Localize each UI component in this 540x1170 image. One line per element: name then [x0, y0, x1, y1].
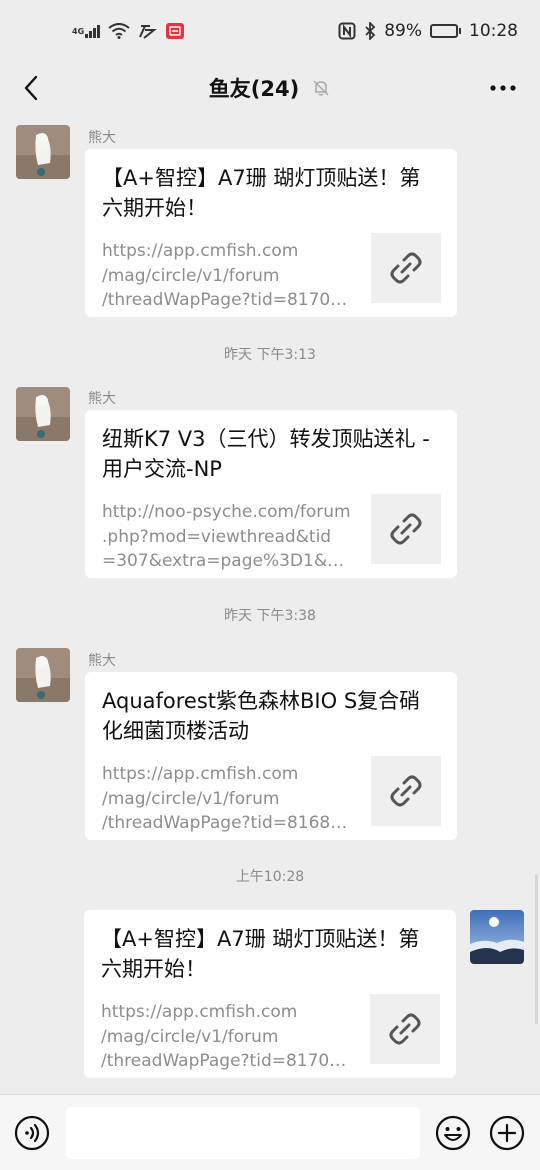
- emoji-button[interactable]: [435, 1115, 471, 1151]
- link-thumbnail: [371, 756, 441, 826]
- link-icon: [390, 513, 422, 545]
- mute-bell-icon: [313, 80, 329, 96]
- emoji-icon: [435, 1115, 471, 1151]
- status-left: 4G: [72, 23, 185, 39]
- more-dots-icon: [490, 85, 516, 91]
- cellular-signal-icon: 4G: [72, 24, 101, 38]
- url-line: /mag/circle/v1/forum: [101, 1026, 279, 1047]
- link-thumbnail: [371, 494, 441, 564]
- back-arrow-icon: [24, 75, 38, 101]
- bluetooth-icon: [364, 22, 376, 40]
- message-timestamp: 昨天 下午3:13: [224, 347, 316, 363]
- link-url: http://noo-psyche.com/forum .php?mod=vie…: [102, 500, 352, 574]
- input-bar: [0, 1094, 540, 1170]
- sender-name: 熊大: [88, 130, 116, 146]
- more-functions-button[interactable]: [489, 1115, 525, 1151]
- my-avatar[interactable]: [470, 910, 524, 964]
- url-line: /threadWapPage?tid=81709...: [101, 1051, 351, 1071]
- chat-title: 鱼友(24): [208, 77, 300, 101]
- sender-name: 熊大: [88, 653, 116, 669]
- link-icon: [389, 1013, 421, 1045]
- url-line: =307&extra=page%3D1&mo...: [102, 551, 352, 571]
- link-title: Aquaforest紫色森林BIO S复合硝化细菌顶楼活动: [102, 689, 421, 743]
- chat-area[interactable]: 熊大 【A+智控】A7珊 瑚灯顶贴送！第六期开始！ https://app.cm…: [0, 114, 540, 1094]
- voice-icon: [14, 1115, 50, 1151]
- sender-avatar[interactable]: [16, 648, 70, 702]
- back-button[interactable]: [16, 72, 46, 104]
- message-input[interactable]: [66, 1107, 420, 1159]
- url-line: https://app.cmfish.com: [101, 1002, 298, 1022]
- url-line: http://noo-psyche.com/forum: [102, 502, 351, 522]
- status-time: 10:28: [469, 21, 518, 41]
- link-card[interactable]: Aquaforest紫色森林BIO S复合硝化细菌顶楼活动 https://ap…: [85, 672, 457, 840]
- nav-bar: 鱼友(24): [0, 62, 540, 114]
- battery-percent: 89%: [384, 21, 422, 41]
- url-line: /mag/circle/v1/forum: [102, 265, 280, 286]
- plus-icon: [489, 1115, 525, 1151]
- link-url: https://app.cmfish.com /mag/circle/v1/fo…: [101, 1000, 351, 1074]
- link-title: 纽斯K7 V3（三代）转发顶贴送礼 - 用户交流-NP: [102, 427, 430, 481]
- link-thumbnail: [370, 994, 440, 1064]
- url-line: /threadWapPage?tid=81709...: [102, 290, 352, 310]
- url-line: https://app.cmfish.com: [102, 241, 299, 261]
- link-title: 【A+智控】A7珊 瑚灯顶贴送！第六期开始！: [102, 166, 421, 220]
- link-url: https://app.cmfish.com /mag/circle/v1/fo…: [102, 239, 352, 313]
- link-card[interactable]: 【A+智控】A7珊 瑚灯顶贴送！第六期开始！ https://app.cmfis…: [85, 149, 457, 317]
- scrollbar[interactable]: [535, 874, 538, 1024]
- link-title: 【A+智控】A7珊 瑚灯顶贴送！第六期开始！: [101, 927, 420, 981]
- url-line: .php?mod=viewthread&tid: [102, 526, 332, 547]
- more-button[interactable]: [486, 74, 520, 102]
- link-icon: [390, 252, 422, 284]
- voice-button[interactable]: [14, 1115, 50, 1151]
- message-timestamp: 上午10:28: [235, 869, 305, 885]
- link-url: https://app.cmfish.com /mag/circle/v1/fo…: [102, 762, 352, 836]
- nfc-icon: [338, 22, 356, 40]
- link-thumbnail: [371, 233, 441, 303]
- battery-icon: [430, 24, 461, 38]
- link-icon: [390, 775, 422, 807]
- status-right: 89% 10:28: [338, 21, 518, 41]
- app-badge-icon: [166, 23, 185, 39]
- app-notification-icon: [138, 23, 158, 39]
- sender-name: 熊大: [88, 391, 116, 407]
- sender-avatar[interactable]: [16, 387, 70, 441]
- link-card[interactable]: 【A+智控】A7珊 瑚灯顶贴送！第六期开始！ https://app.cmfis…: [84, 910, 456, 1078]
- url-line: /mag/circle/v1/forum: [102, 788, 280, 809]
- url-line: https://app.cmfish.com: [102, 764, 299, 784]
- sender-avatar[interactable]: [16, 125, 70, 179]
- status-bar: 4G 89% 10:28: [0, 0, 540, 62]
- wifi-icon: [108, 23, 130, 39]
- message-timestamp: 昨天 下午3:38: [224, 608, 316, 624]
- nav-title-wrap: 鱼友(24): [209, 73, 331, 103]
- network-type: 4G: [72, 26, 85, 36]
- link-card[interactable]: 纽斯K7 V3（三代）转发顶贴送礼 - 用户交流-NP http://noo-p…: [85, 410, 457, 578]
- url-line: /threadWapPage?tid=81683...: [102, 813, 352, 833]
